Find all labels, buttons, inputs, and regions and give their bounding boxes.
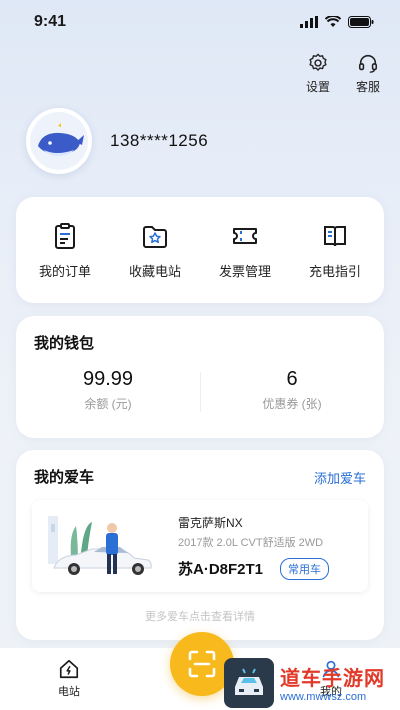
settings-button[interactable]: 设置 bbox=[306, 52, 330, 95]
balance-value: 99.99 bbox=[82, 368, 134, 390]
wallet-card: 我的钱包 99.99 余额 (元) 6 优惠券 (张) bbox=[16, 316, 384, 438]
tab-station-label: 电站 bbox=[58, 686, 80, 698]
coupon-value: 6 bbox=[286, 368, 298, 390]
status-bar: 9:41 bbox=[0, 0, 400, 44]
invoice-ticket-icon bbox=[233, 227, 257, 244]
whale-avatar-icon bbox=[30, 112, 88, 170]
customer-service-button[interactable]: 客服 bbox=[356, 52, 380, 95]
menu-invoice-management[interactable]: 发票管理 bbox=[205, 221, 285, 280]
favorite-folder-icon bbox=[143, 225, 167, 248]
battery-icon bbox=[348, 16, 374, 28]
signal-icon bbox=[300, 16, 318, 28]
menu-label: 发票管理 bbox=[218, 263, 271, 279]
watermark-title: 道车手游网 bbox=[280, 668, 385, 690]
gear-icon bbox=[309, 53, 327, 71]
car-spec: 2017款 2.0L CVT舒适版 2WD bbox=[178, 537, 324, 549]
menu-label: 充电指引 bbox=[308, 263, 361, 279]
station-icon bbox=[59, 659, 79, 679]
cars-title: 我的爱车 bbox=[34, 469, 95, 486]
avatar[interactable] bbox=[26, 108, 92, 174]
scan-icon bbox=[188, 650, 216, 678]
tab-station[interactable]: 电站 bbox=[58, 648, 80, 710]
car-name: 雷克萨斯NX bbox=[178, 516, 243, 530]
status-time: 9:41 bbox=[34, 13, 67, 30]
add-car-link[interactable]: 添加爱车 bbox=[314, 468, 366, 487]
car-logo-icon bbox=[235, 668, 263, 695]
default-car-badge: 常用车 bbox=[280, 558, 329, 580]
wallet-coupons[interactable]: 6 优惠券 (张) bbox=[200, 368, 384, 412]
wallet-divider bbox=[200, 372, 201, 412]
headset-icon bbox=[358, 54, 378, 73]
more-cars-hint[interactable]: 更多爱车点击查看详情 bbox=[16, 608, 384, 624]
top-actions: 设置 客服 bbox=[306, 52, 380, 95]
car-illustration bbox=[48, 516, 152, 575]
watermark-text: 道车手游网 www.mwwsz.com bbox=[280, 662, 385, 703]
menu-charging-guide[interactable]: 充电指引 bbox=[295, 221, 375, 280]
watermark-logo bbox=[224, 657, 274, 708]
my-cars-card: 我的爱车 添加爱车 雷克萨斯NX 2017款 2.0L CVT舒适版 2WD 苏… bbox=[16, 450, 384, 640]
customer-service-label: 客服 bbox=[355, 80, 380, 94]
menu-label: 我的订单 bbox=[38, 263, 91, 279]
menu-my-orders[interactable]: 我的订单 bbox=[25, 221, 105, 280]
watermark: 道车手游网 www.mwwsz.com bbox=[224, 655, 400, 710]
profile-section[interactable]: 138****1256 bbox=[26, 108, 208, 174]
wallet-balance[interactable]: 99.99 余额 (元) bbox=[16, 368, 200, 412]
quick-menu-card: 我的订单 收藏电站 发票管理 充电指引 bbox=[16, 197, 384, 303]
watermark-url: www.mwwsz.com bbox=[280, 691, 367, 703]
status-icons bbox=[300, 16, 374, 28]
menu-favorite-stations[interactable]: 收藏电站 bbox=[115, 221, 195, 280]
guide-book-icon bbox=[324, 225, 346, 246]
order-clipboard-icon bbox=[55, 222, 75, 249]
car-plate: 苏A·D8F2T1 bbox=[178, 561, 264, 578]
balance-label: 余额 (元) bbox=[84, 397, 132, 411]
menu-label: 收藏电站 bbox=[128, 263, 181, 279]
user-phone: 138****1256 bbox=[110, 131, 209, 150]
wallet-title: 我的钱包 bbox=[34, 335, 95, 352]
wifi-icon bbox=[325, 16, 341, 27]
settings-label: 设置 bbox=[305, 80, 330, 94]
car-list-item[interactable]: 雷克萨斯NX 2017款 2.0L CVT舒适版 2WD 苏A·D8F2T1 常… bbox=[32, 500, 368, 592]
coupon-label: 优惠券 (张) bbox=[262, 397, 322, 411]
